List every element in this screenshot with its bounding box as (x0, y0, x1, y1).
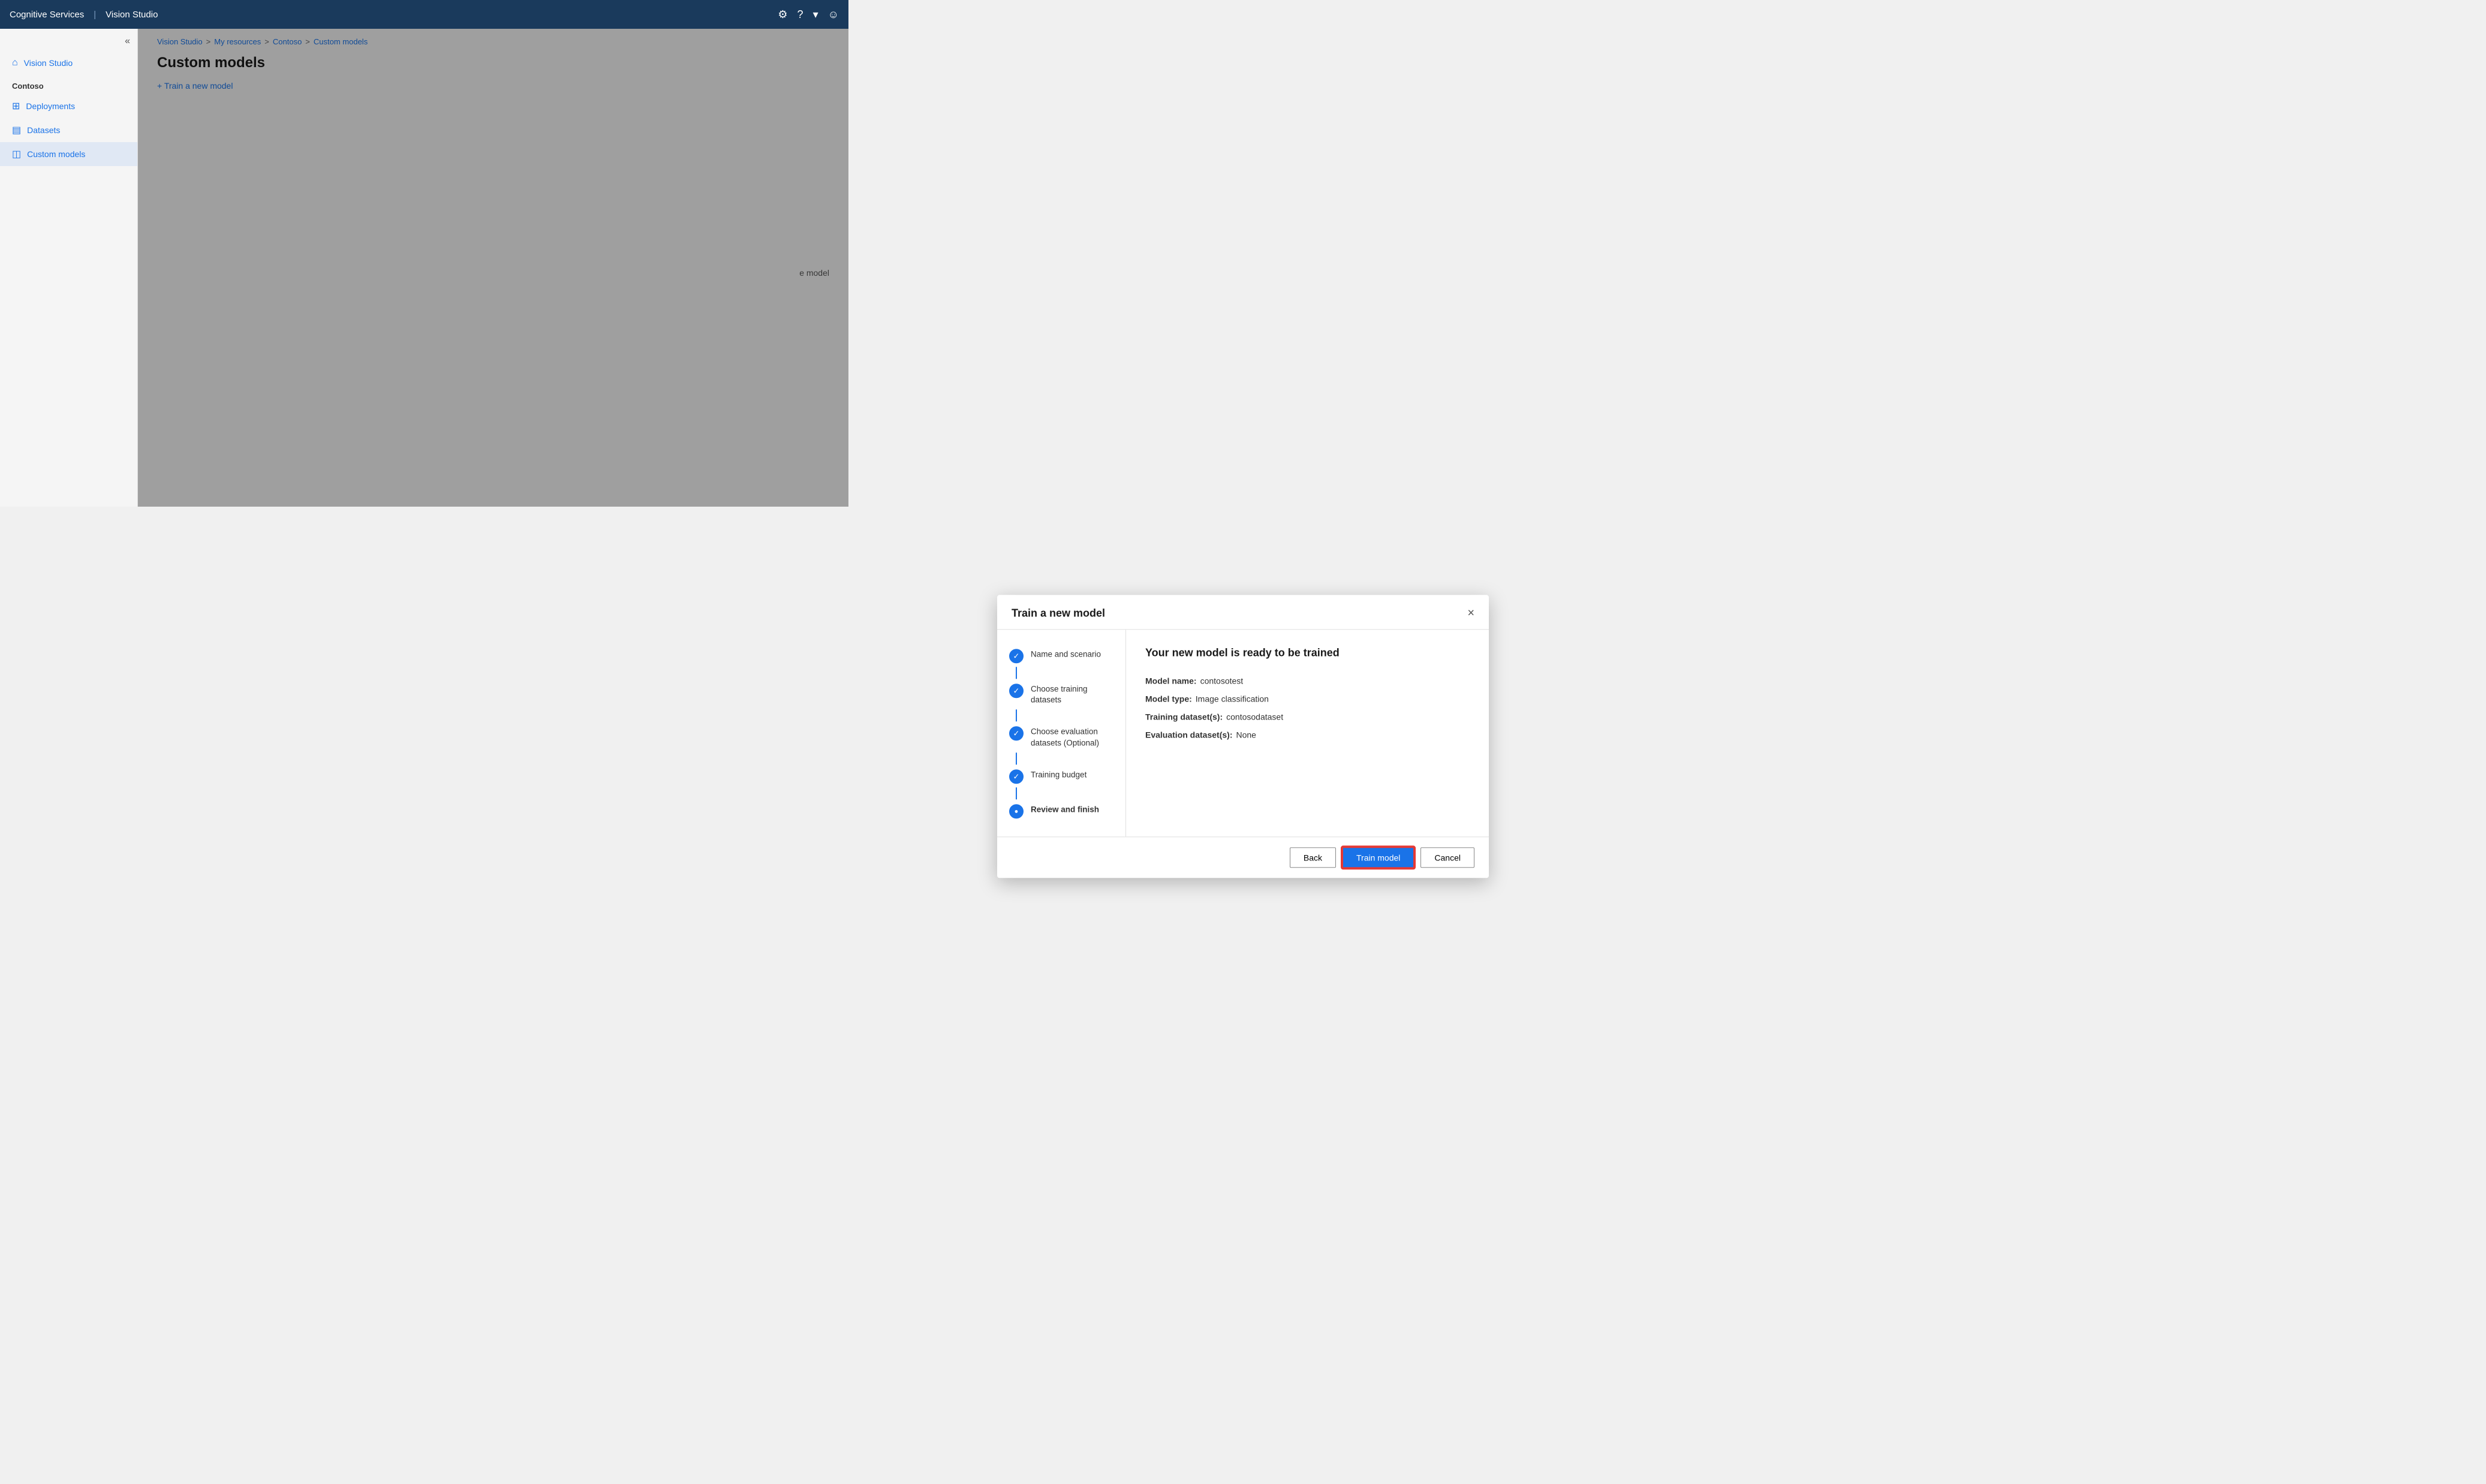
custom-models-icon: ◫ (12, 148, 21, 160)
topbar-divider: | (94, 10, 96, 20)
deployments-icon: ⊞ (12, 100, 20, 112)
wizard-step-review-finish: ● Review and finish (1009, 799, 1113, 822)
modal-close-button[interactable]: × (1467, 607, 1474, 619)
topbar-left: Cognitive Services | Vision Studio (10, 10, 158, 20)
main-content: Vision Studio > My resources > Contoso >… (138, 29, 848, 507)
checkmark-icon-1: ✓ (1013, 651, 1020, 661)
collapse-sidebar-button[interactable]: « (125, 36, 130, 47)
modal-footer: Back Train model Cancel (997, 836, 1489, 878)
step-circle-1: ✓ (1009, 649, 1024, 663)
page-layout: « ⌂ Vision Studio Contoso ⊞ Deployments … (0, 29, 848, 507)
modal-title: Train a new model (1012, 607, 1105, 619)
detail-value-model-name: contosotest (1200, 676, 1244, 685)
detail-label-model-type: Model type: (1145, 694, 1192, 703)
step-label-3: Choose evaluation datasets (Optional) (1031, 726, 1113, 749)
sidebar: « ⌂ Vision Studio Contoso ⊞ Deployments … (0, 29, 138, 507)
sidebar-collapse: « (0, 36, 137, 52)
cancel-button[interactable]: Cancel (1420, 847, 1474, 868)
topbar: Cognitive Services | Vision Studio ⚙ ? ▾… (0, 0, 848, 29)
detail-value-training-datasets: contosodataset (1226, 712, 1283, 721)
detail-label-evaluation-datasets: Evaluation dataset(s): (1145, 730, 1232, 739)
step-connector-2 (1016, 710, 1017, 722)
modal-overlay (138, 29, 848, 507)
wizard-content-title: Your new model is ready to be trained (1145, 646, 1470, 659)
detail-row-training-datasets: Training dataset(s): contosodataset (1145, 712, 1470, 721)
sidebar-label-vision-studio: Vision Studio (24, 58, 73, 68)
step-circle-4: ✓ (1009, 769, 1024, 784)
sidebar-item-deployments[interactable]: ⊞ Deployments (0, 94, 137, 118)
back-button[interactable]: Back (1290, 847, 1336, 868)
modal-header: Train a new model × (997, 595, 1489, 630)
step-connector-3 (1016, 752, 1017, 764)
sidebar-label-custom-models: Custom models (27, 149, 85, 159)
brand-label: Cognitive Services (10, 10, 84, 20)
detail-row-model-type: Model type: Image classification (1145, 694, 1470, 703)
sidebar-label-datasets: Datasets (27, 125, 60, 135)
product-label: Vision Studio (106, 10, 158, 20)
step-label-4: Training budget (1031, 768, 1087, 781)
step-circle-3: ✓ (1009, 727, 1024, 741)
current-step-dot: ● (1015, 808, 1019, 815)
step-label-2: Choose training datasets (1031, 682, 1113, 706)
home-icon: ⌂ (12, 58, 18, 68)
wizard-step-training-budget: ✓ Training budget (1009, 764, 1113, 787)
step-connector-4 (1016, 787, 1017, 799)
train-model-button[interactable]: Train model (1342, 847, 1414, 868)
detail-value-model-type: Image classification (1196, 694, 1269, 703)
sidebar-item-datasets[interactable]: ▤ Datasets (0, 118, 137, 142)
detail-label-training-datasets: Training dataset(s): (1145, 712, 1223, 721)
datasets-icon: ▤ (12, 124, 21, 136)
detail-row-model-name: Model name: contosotest (1145, 676, 1470, 685)
sidebar-label-deployments: Deployments (26, 101, 75, 111)
step-label-1: Name and scenario (1031, 648, 1101, 660)
help-icon[interactable]: ? (797, 8, 803, 21)
step-connector-1 (1016, 667, 1017, 679)
detail-row-evaluation-datasets: Evaluation dataset(s): None (1145, 730, 1470, 739)
sidebar-section-contoso: Contoso (0, 74, 137, 94)
modal-body: ✓ Name and scenario ✓ Choose training da… (997, 630, 1489, 837)
chevron-down-icon[interactable]: ▾ (813, 8, 818, 21)
step-label-5: Review and finish (1031, 803, 1099, 815)
topbar-right: ⚙ ? ▾ ☺ (778, 8, 839, 21)
wizard-steps-panel: ✓ Name and scenario ✓ Choose training da… (997, 630, 1126, 837)
wizard-step-training-datasets: ✓ Choose training datasets (1009, 679, 1113, 710)
user-icon[interactable]: ☺ (828, 8, 839, 21)
checkmark-icon-4: ✓ (1013, 772, 1020, 781)
checkmark-icon-2: ✓ (1013, 686, 1020, 696)
detail-value-evaluation-datasets: None (1236, 730, 1256, 739)
checkmark-icon-3: ✓ (1013, 729, 1020, 739)
wizard-step-name-scenario: ✓ Name and scenario (1009, 644, 1113, 667)
sidebar-item-vision-studio[interactable]: ⌂ Vision Studio (0, 52, 137, 74)
step-circle-5: ● (1009, 804, 1024, 818)
train-model-modal: Train a new model × ✓ Name and scenario … (997, 595, 1489, 878)
detail-label-model-name: Model name: (1145, 676, 1197, 685)
step-circle-2: ✓ (1009, 684, 1024, 698)
wizard-step-evaluation-datasets: ✓ Choose evaluation datasets (Optional) (1009, 722, 1113, 753)
wizard-content-panel: Your new model is ready to be trained Mo… (1126, 630, 1489, 837)
settings-icon[interactable]: ⚙ (778, 8, 787, 21)
sidebar-item-custom-models[interactable]: ◫ Custom models (0, 142, 137, 166)
